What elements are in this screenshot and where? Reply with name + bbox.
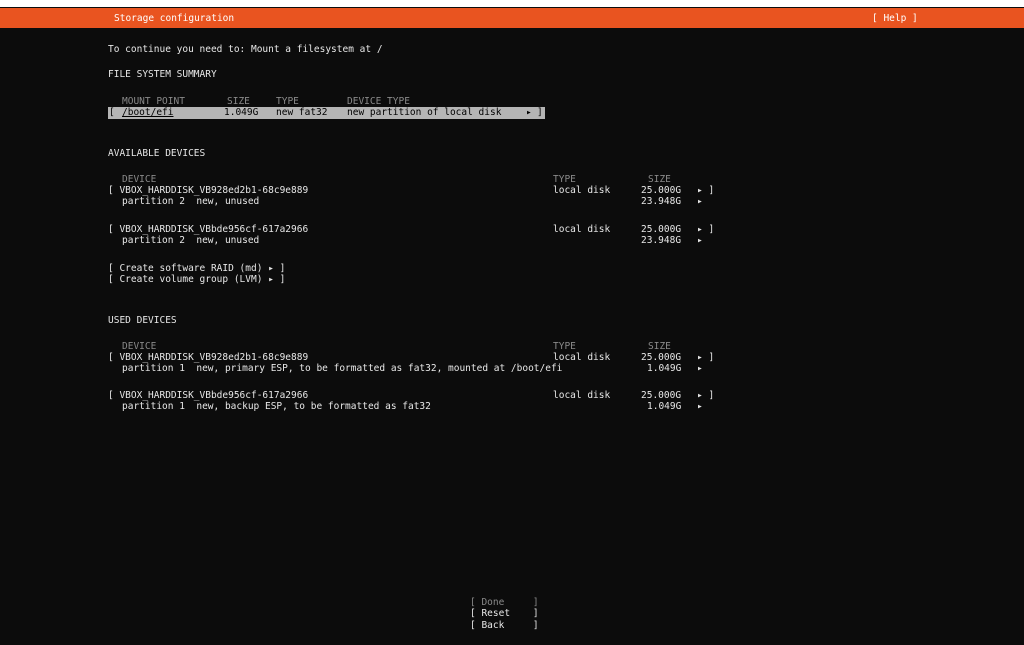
used-disk-2-partition-arrow-icon[interactable]: ▸ bbox=[697, 401, 703, 412]
col-type: TYPE bbox=[276, 96, 299, 107]
used-col-type: TYPE bbox=[553, 341, 576, 352]
size-value: 1.049G bbox=[224, 107, 259, 118]
back-button[interactable]: [ Back ] bbox=[470, 620, 539, 631]
create-lvm-button[interactable]: [ Create volume group (LVM) ▸ ] bbox=[108, 274, 285, 285]
mount-point-value: /boot/efi bbox=[122, 107, 174, 118]
used-disk-2-partition-size: 1.049G bbox=[647, 401, 682, 412]
used-disk-1-size: 25.000G bbox=[641, 352, 682, 363]
avail-disk-1-partition[interactable]: partition 2 new, unused bbox=[122, 196, 259, 207]
row-arrow-icon: ▸ bbox=[526, 107, 532, 118]
avail-disk-2-partition-size: 23.948G bbox=[641, 235, 682, 246]
avail-disk-1-size: 25.000G bbox=[641, 185, 682, 196]
device-type-value: new partition of local disk bbox=[347, 107, 502, 118]
used-disk-1-arrow-icon[interactable]: ▸ ] bbox=[697, 352, 714, 363]
row-close-bracket: ] bbox=[537, 107, 543, 118]
avail-col-type: TYPE bbox=[553, 174, 576, 185]
done-button[interactable]: [ Done ] bbox=[470, 597, 539, 608]
avail-disk-2-type: local disk bbox=[553, 224, 611, 235]
used-disk-1-partition-arrow-icon[interactable]: ▸ bbox=[697, 363, 703, 374]
avail-disk-1-arrow-icon[interactable]: ▸ ] bbox=[697, 185, 714, 196]
avail-disk-1-name[interactable]: [ VBOX_HARDDISK_VB928ed2b1-68c9e889 bbox=[108, 185, 308, 196]
fs-summary-row-selected[interactable]: [ /boot/efi 1.049G new fat32 new partiti… bbox=[108, 107, 545, 119]
used-disk-2-arrow-icon[interactable]: ▸ ] bbox=[697, 390, 714, 401]
fs-summary-heading: FILE SYSTEM SUMMARY bbox=[108, 69, 217, 80]
avail-disk-1-type: local disk bbox=[553, 185, 611, 196]
used-disk-1-type: local disk bbox=[553, 352, 611, 363]
used-disk-1-partition-size: 1.049G bbox=[647, 363, 682, 374]
avail-disk-1-partition-arrow-icon[interactable]: ▸ bbox=[697, 196, 703, 207]
title-bar: Storage configuration [ Help ] bbox=[0, 8, 1024, 28]
reset-button[interactable]: [ Reset ] bbox=[470, 608, 539, 619]
used-disk-2-partition[interactable]: partition 1 new, backup ESP, to be forma… bbox=[122, 401, 431, 412]
row-open-bracket: [ bbox=[109, 107, 115, 118]
type-value: new fat32 bbox=[276, 107, 328, 118]
used-disk-1-name[interactable]: [ VBOX_HARDDISK_VB928ed2b1-68c9e889 bbox=[108, 352, 308, 363]
help-button[interactable]: [ Help ] bbox=[872, 13, 918, 24]
page-title: Storage configuration bbox=[114, 13, 235, 24]
create-raid-button[interactable]: [ Create software RAID (md) ▸ ] bbox=[108, 263, 285, 274]
used-disk-2-name[interactable]: [ VBOX_HARDDISK_VBbde956cf-617a2966 bbox=[108, 390, 308, 401]
used-col-device: DEVICE bbox=[122, 341, 157, 352]
instruction-text: To continue you need to: Mount a filesys… bbox=[108, 44, 383, 55]
avail-col-size: SIZE bbox=[648, 174, 671, 185]
avail-disk-2-arrow-icon[interactable]: ▸ ] bbox=[697, 224, 714, 235]
col-size: SIZE bbox=[227, 96, 250, 107]
avail-disk-2-size: 25.000G bbox=[641, 224, 682, 235]
used-disk-2-size: 25.000G bbox=[641, 390, 682, 401]
used-devices-heading: USED DEVICES bbox=[108, 315, 177, 326]
avail-disk-2-partition[interactable]: partition 2 new, unused bbox=[122, 235, 259, 246]
avail-disk-2-partition-arrow-icon[interactable]: ▸ bbox=[697, 235, 703, 246]
used-disk-2-type: local disk bbox=[553, 390, 611, 401]
used-disk-1-partition[interactable]: partition 1 new, primary ESP, to be form… bbox=[122, 363, 562, 374]
col-mount-point: MOUNT POINT bbox=[122, 96, 185, 107]
avail-col-device: DEVICE bbox=[122, 174, 157, 185]
avail-disk-2-name[interactable]: [ VBOX_HARDDISK_VBbde956cf-617a2966 bbox=[108, 224, 308, 235]
avail-disk-1-partition-size: 23.948G bbox=[641, 196, 682, 207]
used-col-size: SIZE bbox=[648, 341, 671, 352]
available-devices-heading: AVAILABLE DEVICES bbox=[108, 148, 206, 159]
col-device-type: DEVICE TYPE bbox=[347, 96, 410, 107]
